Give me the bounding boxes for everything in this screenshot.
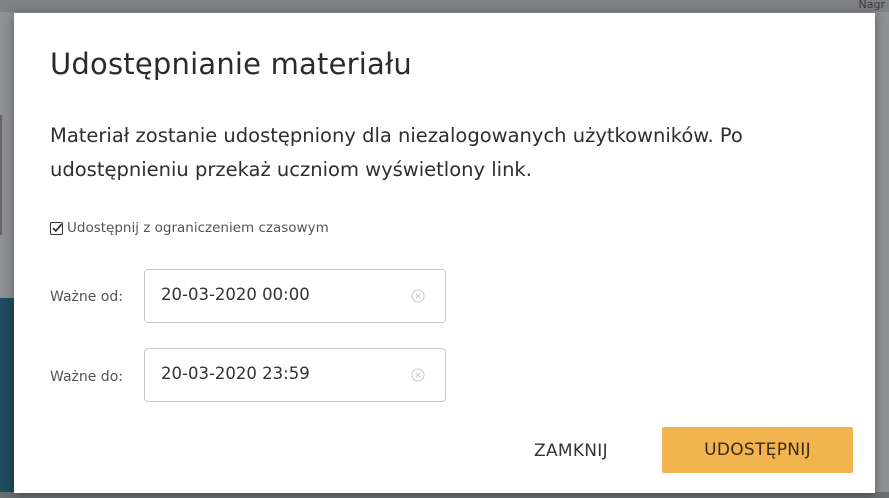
background-header-text: Nagr <box>858 0 885 11</box>
time-limit-checkbox[interactable] <box>50 221 63 235</box>
dialog-title: Udostępnianie materiału <box>50 47 413 81</box>
background-header <box>0 0 889 12</box>
background-panel <box>0 298 14 498</box>
time-limit-checkbox-row[interactable]: Udostępnij z ograniczeniem czasowym <box>50 219 329 237</box>
valid-to-label: Ważne do: <box>50 369 123 385</box>
valid-from-label: Ważne od: <box>50 289 123 305</box>
dialog-description: Materiał zostanie udostępniony dla nieza… <box>50 124 743 181</box>
checkbox-checked-icon <box>52 223 63 232</box>
clear-icon[interactable] <box>411 368 425 382</box>
valid-to-input[interactable]: 20-03-2020 23:59 <box>144 348 446 402</box>
close-button[interactable]: ZAMKNIJ <box>534 433 608 469</box>
share-button[interactable]: UDOSTĘPNIJ <box>662 427 853 473</box>
clear-icon[interactable] <box>411 289 425 303</box>
valid-from-value: 20-03-2020 00:00 <box>161 285 310 304</box>
share-material-dialog: Udostępnianie materiału Materiał zostani… <box>14 13 875 493</box>
valid-from-input[interactable]: 20-03-2020 00:00 <box>144 269 446 323</box>
valid-to-value: 20-03-2020 23:59 <box>161 364 310 383</box>
time-limit-checkbox-label: Udostępnij z ograniczeniem czasowym <box>67 220 329 236</box>
